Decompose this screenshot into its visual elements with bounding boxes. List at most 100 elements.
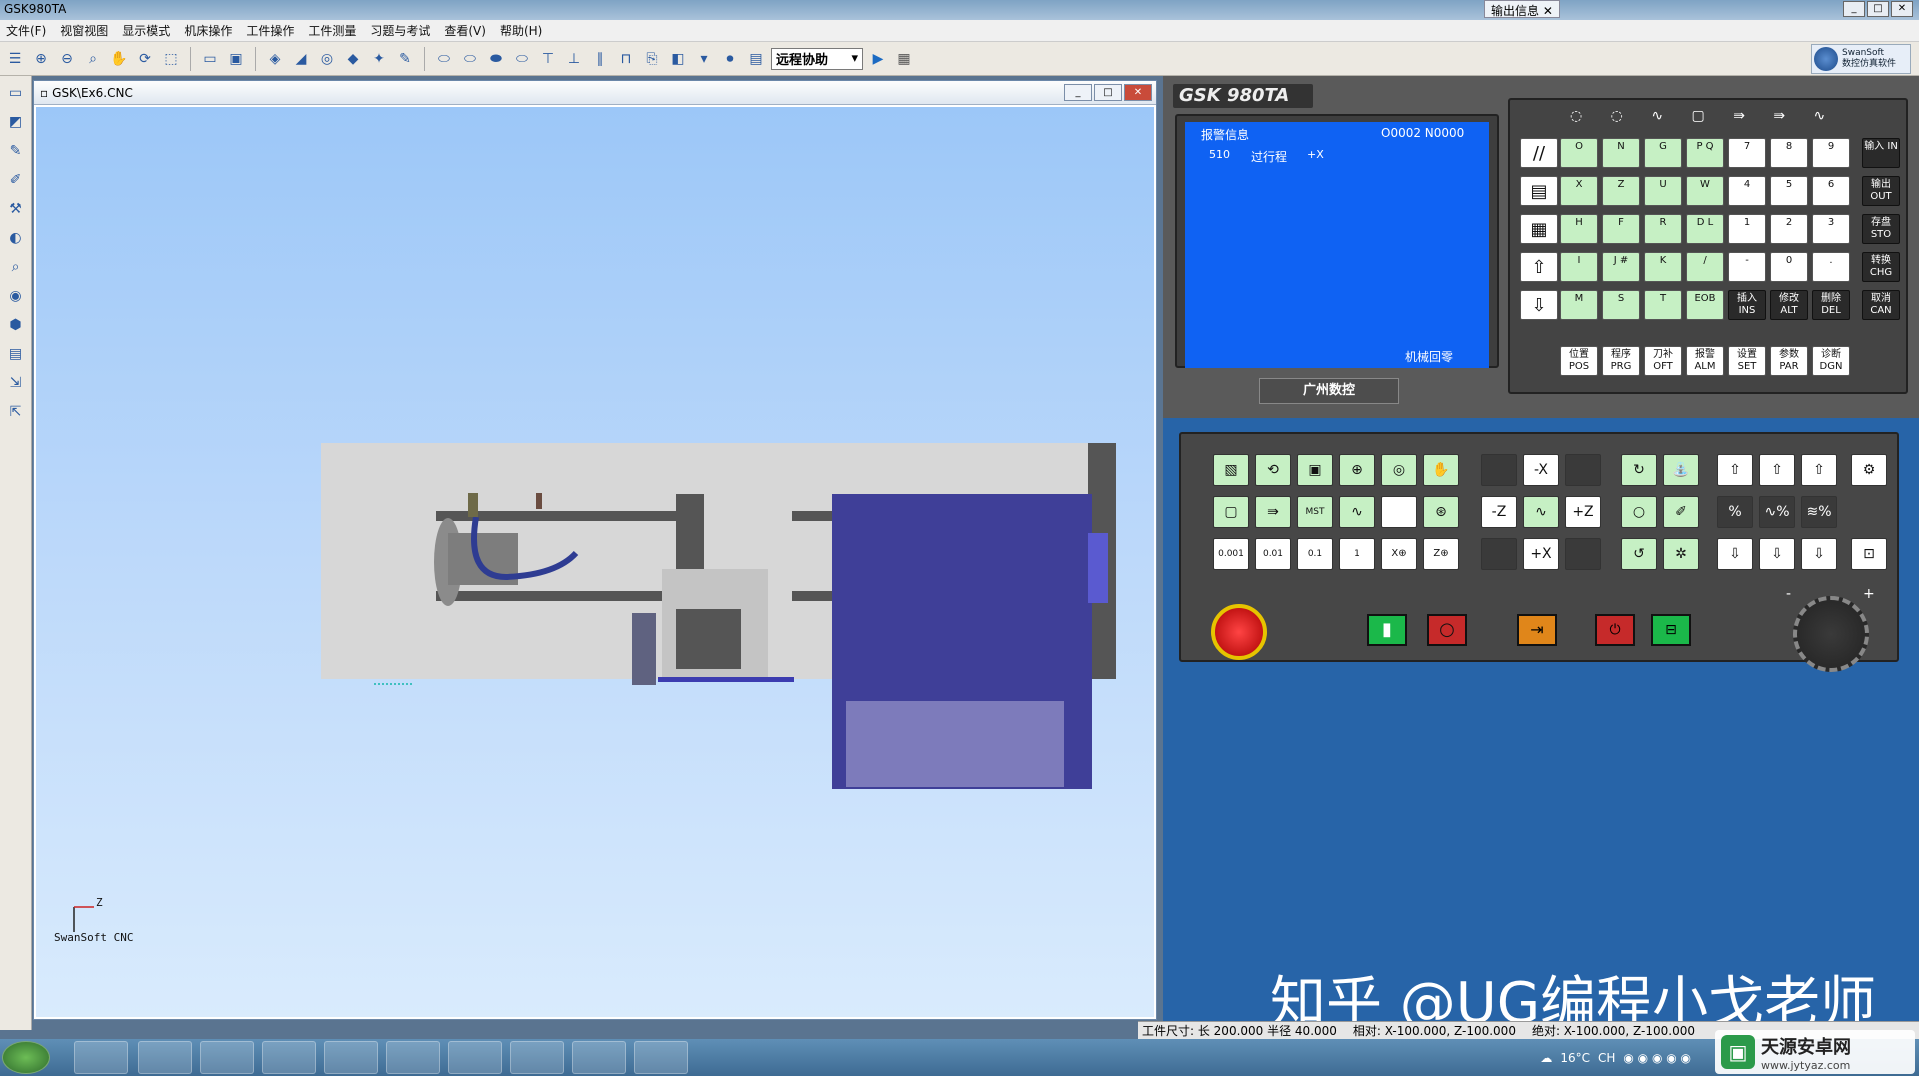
key-u[interactable]: U <box>1644 176 1682 206</box>
cycle-start-button[interactable]: ▮ <box>1367 614 1407 646</box>
menu-machine-op[interactable]: 机床操作 <box>184 22 232 39</box>
power-off-icon[interactable]: ⏻ <box>1595 614 1635 646</box>
close-icon[interactable]: ✕ <box>1891 1 1913 17</box>
minimize-icon[interactable]: _ <box>1843 1 1865 17</box>
key-f[interactable]: F <box>1602 214 1640 244</box>
play-icon[interactable]: ▶ <box>867 48 889 70</box>
key-s[interactable]: S <box>1602 290 1640 320</box>
chrome-taskbar-icon[interactable] <box>74 1041 128 1074</box>
key-dot[interactable]: . <box>1812 252 1850 282</box>
wechat-taskbar-icon[interactable] <box>386 1041 440 1074</box>
view-maximize-icon[interactable]: □ <box>1094 84 1122 101</box>
handwheel-mode-icon[interactable]: ◎ <box>1381 454 1417 486</box>
output-info-tab[interactable]: 输出信息 ✕ <box>1484 0 1560 18</box>
key-delete[interactable]: 删除 DEL <box>1812 290 1850 320</box>
dropdown-icon[interactable]: ▾ <box>693 48 715 70</box>
power-on-icon[interactable]: ⊟ <box>1651 614 1691 646</box>
capcut-taskbar-icon[interactable] <box>200 1041 254 1074</box>
recorder-taskbar-icon[interactable] <box>448 1041 502 1074</box>
mst-lock-icon[interactable]: MST <box>1297 496 1333 528</box>
pinwheel-taskbar-icon[interactable] <box>138 1041 192 1074</box>
manual-mode-icon[interactable]: ✋ <box>1423 454 1459 486</box>
jog-plus-z[interactable]: +Z <box>1565 496 1601 528</box>
key-6[interactable]: 6 <box>1812 176 1850 206</box>
swansoft-taskbar-icon[interactable] <box>572 1041 626 1074</box>
single-block-icon[interactable]: ▢ <box>1213 496 1249 528</box>
machine-3d-viewport[interactable]: Z SwanSoft CNC <box>36 107 1154 1017</box>
handwheel-dial[interactable] <box>1793 596 1869 672</box>
import-icon[interactable]: ⇲ <box>5 372 27 394</box>
key-g[interactable]: G <box>1644 138 1682 168</box>
jog-minus-x[interactable]: -X <box>1523 454 1559 486</box>
menu-view[interactable]: 查看(V) <box>444 22 486 39</box>
key-oft[interactable]: 刀补 OFT <box>1644 346 1682 376</box>
key-8[interactable]: 8 <box>1770 138 1808 168</box>
rapid-override-icon[interactable]: ∿% <box>1759 496 1795 528</box>
tool-edit-icon[interactable]: ✐ <box>5 169 27 191</box>
key-z[interactable]: Z <box>1602 176 1640 206</box>
spindle-ccw-icon[interactable]: ↺ <box>1621 538 1657 570</box>
new-icon[interactable]: ▭ <box>5 82 27 104</box>
key-h[interactable]: H <box>1560 214 1598 244</box>
jog-blank-4[interactable] <box>1565 538 1601 570</box>
key-eob[interactable]: EOB <box>1686 290 1724 320</box>
rapid-icon[interactable]: ∿ <box>1523 496 1559 528</box>
measure-icon[interactable]: ✎ <box>394 48 416 70</box>
jog-plus-x[interactable]: +X <box>1523 538 1559 570</box>
tool-setup-icon[interactable]: ⚒ <box>5 198 27 220</box>
cylinder4-icon[interactable]: ⬭ <box>511 48 533 70</box>
key-dgn[interactable]: 诊断 DGN <box>1812 346 1850 376</box>
coolant-tap-icon[interactable]: ⛲ <box>1663 454 1699 486</box>
key-change[interactable]: 转换 CHG <box>1862 252 1900 282</box>
key-i[interactable]: I <box>1560 252 1598 282</box>
feed-override-icon[interactable]: ≋% <box>1801 496 1837 528</box>
edit-mode-icon[interactable]: ▧ <box>1213 454 1249 486</box>
spindle-cw-icon[interactable]: ↻ <box>1621 454 1657 486</box>
menu-measure[interactable]: 工件测量 <box>308 22 356 39</box>
program-list-icon[interactable]: ▤ <box>1520 176 1558 206</box>
key-n[interactable]: N <box>1602 138 1640 168</box>
language-indicator[interactable]: CH <box>1598 1051 1615 1065</box>
tool-holder-icon[interactable]: ⊤ <box>537 48 559 70</box>
zoom-fit-icon[interactable]: ⌕ <box>82 48 104 70</box>
save-icon[interactable]: ▤ <box>745 48 767 70</box>
percent-icon[interactable]: % <box>1717 496 1753 528</box>
key-t[interactable]: T <box>1644 290 1682 320</box>
step-0001[interactable]: 0.001 <box>1213 538 1249 570</box>
pan-hand-icon[interactable]: ✋ <box>108 48 130 70</box>
caliper-icon[interactable]: ⊓ <box>615 48 637 70</box>
tray-icons[interactable]: ◉ ◉ ◉ ◉ ◉ <box>1623 1051 1691 1065</box>
rotate-icon[interactable]: ⟳ <box>134 48 156 70</box>
tool-icon[interactable]: ◢ <box>290 48 312 70</box>
camera-icon[interactable]: ◧ <box>667 48 689 70</box>
key-x[interactable]: X <box>1560 176 1598 206</box>
doc-icon[interactable]: ⎘ <box>641 48 663 70</box>
override-up3-icon[interactable]: ⇧ <box>1801 454 1837 486</box>
key-pq[interactable]: P Q <box>1686 138 1724 168</box>
feed-hold-button[interactable]: ○ <box>1427 614 1467 646</box>
machine-lock-icon[interactable]: ⊛ <box>1423 496 1459 528</box>
key-1[interactable]: 1 <box>1728 214 1766 244</box>
step-1[interactable]: 1 <box>1339 538 1375 570</box>
step-001[interactable]: 0.01 <box>1255 538 1291 570</box>
menu-help[interactable]: 帮助(H) <box>500 22 542 39</box>
cylinder3-icon[interactable]: ⬬ <box>485 48 507 70</box>
zoom-in-icon[interactable]: ⊕ <box>30 48 52 70</box>
auto-mode-icon[interactable]: ⟲ <box>1255 454 1291 486</box>
override-up2-icon[interactable]: ⇧ <box>1759 454 1795 486</box>
view-minimize-icon[interactable]: _ <box>1064 84 1092 101</box>
search-icon[interactable]: ⌕ <box>5 256 27 278</box>
override-up1-icon[interactable]: ⇧ <box>1717 454 1753 486</box>
key-prg[interactable]: 程序 PRG <box>1602 346 1640 376</box>
spindle-jog-icon[interactable]: ✲ <box>1663 538 1699 570</box>
window-icon[interactable]: ▭ <box>199 48 221 70</box>
block-skip-icon[interactable]: ⇛ <box>1255 496 1291 528</box>
folder-taskbar-icon[interactable] <box>324 1041 378 1074</box>
ref-return-icon[interactable]: ⊕ <box>1339 454 1375 486</box>
feishu-taskbar-icon[interactable] <box>510 1041 564 1074</box>
info-icon[interactable]: ◐ <box>5 227 27 249</box>
jog-blank-1[interactable] <box>1481 454 1517 486</box>
page-up-icon[interactable]: ⇧ <box>1520 252 1558 282</box>
blank-key[interactable] <box>1381 496 1417 528</box>
program-restart-icon[interactable]: ⇥ <box>1517 614 1557 646</box>
